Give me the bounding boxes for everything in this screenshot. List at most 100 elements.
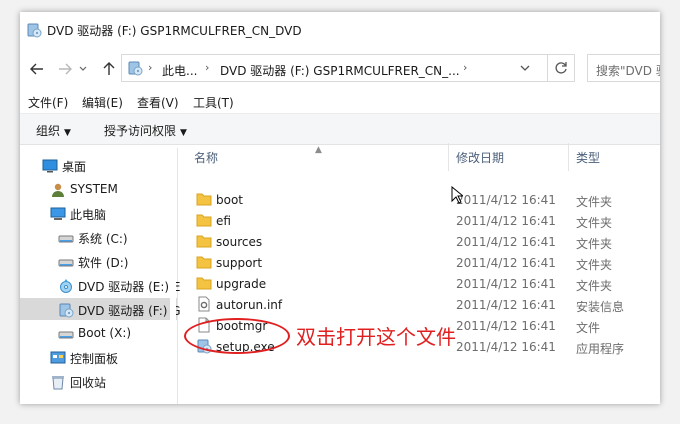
- file-row[interactable]: efi 2011/4/12 16:41 文件夹: [178, 210, 660, 231]
- file-type: 文件夹: [576, 279, 613, 293]
- sidebar-item-drive-d[interactable]: 软件 (D:): [20, 250, 177, 272]
- sidebar-item-boot-x[interactable]: Boot (X:): [20, 322, 177, 344]
- sidebar-item-system[interactable]: SYSTEM: [20, 178, 177, 200]
- file-date: 2011/4/12 16:41: [456, 256, 556, 270]
- refresh-icon: [555, 62, 567, 74]
- file-name: support: [216, 256, 263, 270]
- command-toolbar: 组织 ▼ 授予访问权限 ▼: [20, 113, 660, 145]
- dvd-setup-icon: [127, 60, 143, 76]
- sidebar-item-label: 软件 (D:): [78, 256, 129, 270]
- column-header-date[interactable]: 修改日期: [456, 149, 504, 171]
- organize-button[interactable]: 组织 ▼: [36, 122, 71, 139]
- folder-icon: [196, 275, 212, 291]
- window-title: DVD 驱动器 (F:) GSP1RMCULFRER_CN_DVD: [47, 24, 302, 38]
- arrow-up-icon: [103, 62, 115, 75]
- menu-view[interactable]: 查看(V): [137, 94, 179, 111]
- sidebar-item-label: DVD 驱动器 (E:) E: [78, 280, 181, 294]
- explorer-window: DVD 驱动器 (F:) GSP1RMCULFRER_CN_DVD › 此电..…: [20, 12, 660, 404]
- file-name: sources: [216, 235, 263, 249]
- sidebar-item-dvd-f[interactable]: DVD 驱动器 (F:) G: [20, 298, 181, 320]
- caret-down-icon: ▼: [180, 128, 187, 138]
- chevron-right-icon: ›: [205, 61, 210, 74]
- sidebar-item-label: DVD 驱动器 (F:) G: [78, 304, 181, 318]
- column-header-name[interactable]: 名称: [194, 149, 218, 171]
- file-date: 2011/4/12 16:41: [456, 298, 556, 312]
- dvd-setup-icon: [26, 22, 42, 38]
- grant-access-label: 授予访问权限: [104, 124, 177, 138]
- up-button[interactable]: [100, 60, 118, 78]
- sidebar-scrollbar[interactable]: [170, 148, 176, 404]
- back-button[interactable]: [28, 60, 46, 78]
- dvd-icon: [58, 278, 74, 294]
- address-dropdown-button[interactable]: [520, 61, 530, 78]
- caret-down-icon: ▼: [64, 128, 71, 138]
- file-date: 2011/4/12 16:41: [456, 214, 556, 228]
- menu-file[interactable]: 文件(F): [28, 94, 68, 111]
- desktop-icon: [42, 158, 58, 174]
- column-header-type[interactable]: 类型: [576, 149, 600, 171]
- control-panel-icon: [50, 350, 66, 366]
- sidebar-item-desktop[interactable]: 桌面: [20, 154, 177, 176]
- file-row[interactable]: support 2011/4/12 16:41 文件夹: [178, 252, 660, 273]
- navigation-bar: › 此电... › DVD 驱动器 (F:) GSP1RMCULFRER_CN_…: [20, 52, 660, 86]
- chevron-down-icon: [79, 66, 87, 71]
- breadcrumb-this-pc[interactable]: 此电...: [162, 62, 197, 79]
- file-row[interactable]: boot 2011/4/12 16:41 文件夹: [178, 189, 660, 210]
- column-divider[interactable]: [448, 143, 449, 171]
- sidebar-item-control-panel[interactable]: 控制面板: [20, 346, 177, 368]
- sidebar-item-dvd-e[interactable]: DVD 驱动器 (E:) E: [20, 274, 181, 296]
- file-type: 文件: [576, 321, 601, 335]
- mouse-cursor-icon: [451, 185, 465, 207]
- sidebar-item-drive-c[interactable]: 系统 (C:): [20, 226, 177, 248]
- file-date: 2011/4/12 16:41: [456, 319, 556, 333]
- file-row[interactable]: autorun.inf 2011/4/12 16:41 安装信息: [178, 294, 660, 315]
- file-row[interactable]: sources 2011/4/12 16:41 文件夹: [178, 231, 660, 252]
- folder-icon: [196, 254, 212, 270]
- column-divider[interactable]: [568, 143, 569, 171]
- chevron-right-icon: ›: [463, 61, 468, 74]
- drive-icon: [58, 254, 74, 270]
- file-name: upgrade: [216, 277, 267, 291]
- annotation-ellipse: [184, 318, 290, 354]
- title-bar: DVD 驱动器 (F:) GSP1RMCULFRER_CN_DVD: [20, 12, 660, 46]
- file-name: efi: [216, 214, 231, 228]
- file-type: 文件夹: [576, 258, 613, 272]
- sidebar-item-label: 此电脑: [70, 208, 107, 222]
- arrow-right-icon: [59, 63, 72, 75]
- navigation-pane: 桌面 SYSTEM 此电脑 系统 (C:) 软件 (D:) DVD 驱动器 (E…: [20, 148, 181, 404]
- sidebar-item-recycle-bin[interactable]: 回收站: [20, 370, 177, 392]
- file-date: 2011/4/12 16:41: [456, 235, 556, 249]
- file-list: ▲ 名称 修改日期 类型 boot 2011/4/12 16:41 文件夹 ef…: [178, 143, 660, 404]
- breadcrumb-dvd-drive[interactable]: DVD 驱动器 (F:) GSP1RMCULFRER_CN_...: [220, 62, 460, 79]
- grant-access-button[interactable]: 授予访问权限 ▼: [104, 122, 187, 139]
- menu-tools[interactable]: 工具(T): [193, 94, 234, 111]
- refresh-button[interactable]: [547, 54, 575, 82]
- chevron-right-icon: ›: [148, 61, 153, 74]
- arrow-left-icon: [30, 63, 43, 75]
- forward-button[interactable]: [56, 60, 74, 78]
- folder-icon: [196, 233, 212, 249]
- menu-edit[interactable]: 编辑(E): [82, 94, 123, 111]
- sidebar-item-label: 控制面板: [70, 352, 119, 366]
- sidebar-item-this-pc[interactable]: 此电脑: [20, 202, 177, 224]
- recent-locations-button[interactable]: [78, 60, 88, 78]
- file-type: 安装信息: [576, 300, 625, 314]
- file-date: 2011/4/12 16:41: [456, 277, 556, 291]
- search-input[interactable]: 搜索"DVD 驱: [587, 54, 660, 82]
- file-name: autorun.inf: [216, 298, 283, 312]
- file-type: 文件夹: [576, 195, 613, 209]
- address-bar[interactable]: › 此电... › DVD 驱动器 (F:) GSP1RMCULFRER_CN_…: [121, 54, 548, 82]
- folder-icon: [196, 212, 212, 228]
- sidebar-item-label: SYSTEM: [70, 182, 118, 196]
- sidebar-item-label: 回收站: [70, 376, 107, 390]
- menu-bar: 文件(F) 编辑(E) 查看(V) 工具(T): [20, 92, 660, 112]
- organize-label: 组织: [36, 124, 61, 138]
- sidebar-item-label: Boot (X:): [78, 326, 132, 340]
- annotation-text: 双击打开这个文件: [296, 325, 456, 349]
- user-icon: [50, 182, 66, 198]
- drive-icon: [58, 326, 74, 342]
- drive-icon: [58, 230, 74, 246]
- recycle-bin-icon: [50, 374, 66, 390]
- settings-file-icon: [196, 296, 212, 312]
- file-row[interactable]: upgrade 2011/4/12 16:41 文件夹: [178, 273, 660, 294]
